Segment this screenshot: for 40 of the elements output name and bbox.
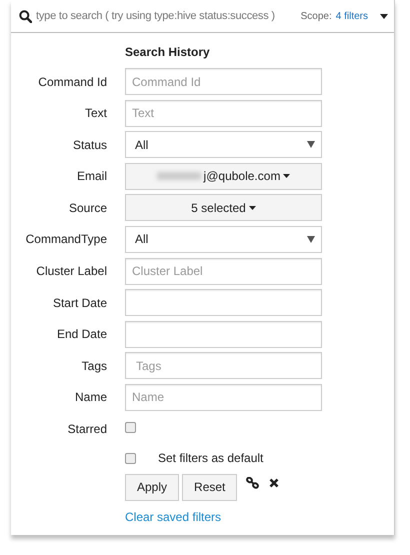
- field-label: CommandType: [26, 232, 107, 246]
- scope-label: Scope:: [300, 10, 332, 24]
- field-label: Cluster Label: [36, 264, 107, 278]
- input-field[interactable]: Command Id: [125, 68, 322, 95]
- field-label: Source: [68, 200, 107, 215]
- tags-field[interactable]: Tags: [125, 352, 322, 380]
- input-field[interactable]: Name: [125, 384, 322, 411]
- field-label: Command Id: [38, 74, 107, 88]
- select-field[interactable]: All: [125, 131, 322, 158]
- select-field[interactable]: All: [125, 226, 322, 253]
- caret-icon[interactable]: [380, 14, 388, 18]
- field-label: Tags: [82, 358, 107, 373]
- dropdown-arrow-icon: [307, 141, 315, 148]
- input-field[interactable]: Cluster Label: [125, 258, 322, 285]
- dropdown-button[interactable]: 5 selected: [125, 194, 322, 222]
- checkbox[interactable]: [125, 422, 136, 433]
- field-label: Email: [76, 169, 107, 184]
- field-label: Name: [74, 390, 107, 404]
- clear-filters-link[interactable]: Clear saved filters: [125, 508, 222, 526]
- field-label: Start Date: [52, 296, 107, 310]
- checkbox-label: Set filters as default: [158, 450, 264, 468]
- search-icon: [19, 10, 32, 22]
- close-icon[interactable]: [269, 478, 280, 488]
- dropdown-arrow-icon: [307, 236, 315, 243]
- reset-button[interactable]: Reset: [182, 474, 238, 501]
- field-label: End Date: [56, 327, 107, 342]
- input-field[interactable]: [125, 289, 322, 316]
- checkbox[interactable]: [125, 452, 136, 464]
- field-label: Starred: [68, 422, 107, 436]
- field-label: Text: [84, 106, 107, 120]
- scope-filters-link[interactable]: 4 filters: [336, 8, 368, 24]
- apply-button[interactable]: Apply: [125, 474, 180, 501]
- caret-icon: [248, 206, 256, 210]
- caret-icon: [283, 174, 290, 178]
- input-field[interactable]: Text: [125, 100, 322, 127]
- link-icon[interactable]: [246, 477, 260, 490]
- input-field[interactable]: [125, 320, 322, 348]
- panel-title: Search History: [125, 44, 210, 61]
- dropdown-button[interactable]: j@qubole.com: [125, 162, 322, 190]
- field-label: Status: [72, 138, 107, 152]
